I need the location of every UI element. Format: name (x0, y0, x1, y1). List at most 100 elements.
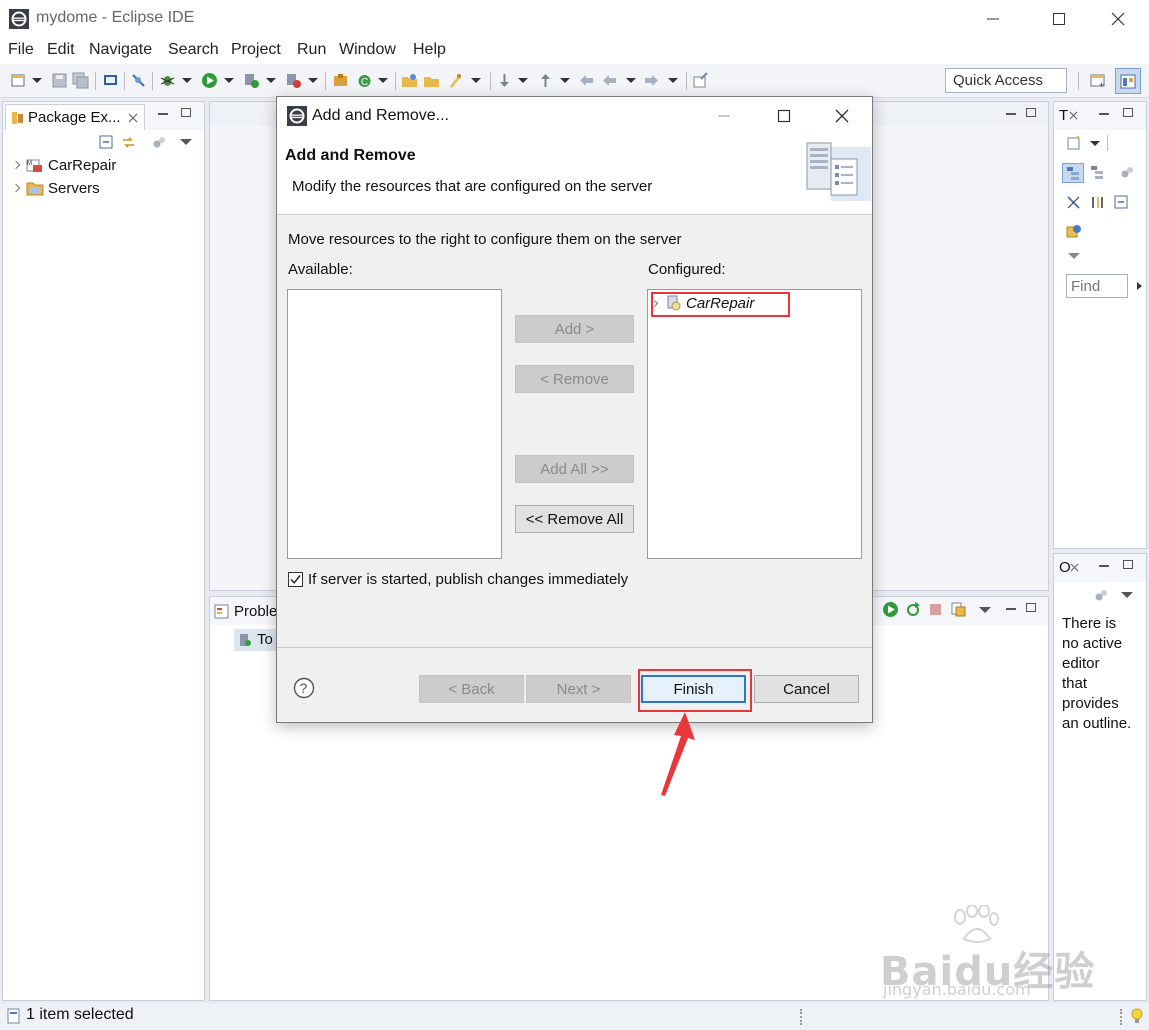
close-icon[interactable] (835, 109, 849, 123)
back-icon[interactable] (601, 72, 618, 89)
collapse-all-icon[interactable] (1114, 195, 1129, 210)
synchronize-icon[interactable] (1066, 224, 1082, 240)
start-server-icon[interactable] (882, 601, 899, 618)
new-icon[interactable] (10, 72, 27, 89)
debug-dropdown-icon[interactable] (182, 78, 192, 83)
new-task-icon[interactable] (1066, 135, 1082, 151)
minimize-view-icon[interactable] (1006, 608, 1016, 610)
menu-navigate[interactable]: Navigate (89, 41, 152, 59)
maximize-view-icon[interactable] (181, 108, 191, 117)
expand-chevron-icon[interactable] (11, 160, 21, 170)
available-list[interactable] (287, 289, 502, 559)
menu-edit[interactable]: Edit (47, 41, 75, 59)
forward-dropdown-icon[interactable] (668, 78, 678, 83)
find-options-icon[interactable] (1137, 282, 1142, 290)
view-menu-icon[interactable] (1068, 253, 1080, 259)
view-menu-icon[interactable] (1121, 592, 1133, 598)
forward-icon[interactable] (643, 72, 660, 89)
publish-checkbox[interactable] (288, 572, 303, 587)
save-icon[interactable] (51, 72, 68, 89)
save-all-icon[interactable] (72, 72, 89, 89)
tab-task-list-label[interactable]: T (1059, 107, 1068, 124)
minimize-view-icon[interactable] (1099, 113, 1109, 115)
maximize-editor-icon[interactable] (1026, 108, 1036, 117)
next-button[interactable]: Next > (526, 675, 631, 703)
stop-server-icon[interactable] (928, 602, 943, 617)
menu-project[interactable]: Project (231, 41, 281, 59)
open-folder-icon[interactable] (423, 72, 440, 89)
help-icon[interactable]: ? (293, 677, 315, 699)
minimize-button[interactable] (970, 6, 1016, 32)
open-type-icon[interactable] (401, 72, 418, 89)
back-button[interactable]: < Back (419, 675, 524, 703)
menu-window[interactable]: Window (339, 41, 396, 59)
configured-list[interactable]: CarRepair (647, 289, 862, 559)
publish-icon[interactable] (950, 601, 967, 618)
link-with-editor-icon[interactable] (121, 135, 136, 150)
run-dropdown-icon[interactable] (224, 78, 234, 83)
cancel-button[interactable]: Cancel (754, 675, 859, 703)
find-input[interactable] (1066, 274, 1128, 298)
menu-file[interactable]: File (8, 41, 34, 59)
new-task-dropdown-icon[interactable] (1090, 141, 1100, 146)
collapse-all-icon[interactable] (99, 135, 114, 150)
external-tools-dropdown-icon[interactable] (308, 78, 318, 83)
maximize-view-icon[interactable] (1123, 560, 1133, 569)
minimize-icon[interactable] (717, 109, 731, 123)
new-dropdown-icon[interactable] (32, 78, 42, 83)
remove-all-button[interactable]: << Remove All (515, 505, 634, 533)
console-icon[interactable] (102, 72, 119, 89)
minimize-editor-icon[interactable] (1006, 113, 1016, 115)
restart-server-icon[interactable] (905, 601, 922, 618)
tab-problems-label[interactable]: Proble (234, 603, 277, 620)
back-dropdown-icon[interactable] (626, 78, 636, 83)
expand-chevron-icon[interactable] (11, 183, 21, 193)
previous-annotation-dropdown-icon[interactable] (560, 78, 570, 83)
run-server-icon[interactable] (243, 72, 260, 89)
view-menu-icon[interactable] (979, 607, 991, 613)
categorized-toggle[interactable] (1062, 163, 1084, 183)
lightbulb-icon[interactable] (1130, 1008, 1144, 1024)
search-icon[interactable] (447, 72, 464, 89)
tab-package-explorer[interactable]: Package Ex... (5, 104, 145, 130)
run-server-dropdown-icon[interactable] (266, 78, 276, 83)
scheduled-icon[interactable] (1090, 165, 1105, 180)
run-icon[interactable] (201, 72, 218, 89)
maximize-icon[interactable] (777, 109, 791, 123)
view-menu-icon[interactable] (180, 139, 192, 145)
new-package-icon[interactable] (332, 72, 349, 89)
java-perspective-button[interactable] (1115, 68, 1141, 94)
publish-checkbox-row[interactable]: If server is started, publish changes im… (288, 571, 628, 588)
tab-close-icon[interactable] (1070, 563, 1079, 572)
add-button[interactable]: Add > (515, 315, 634, 343)
menu-search[interactable]: Search (168, 41, 219, 59)
menu-run[interactable]: Run (297, 41, 326, 59)
maximize-button[interactable] (1036, 6, 1082, 32)
new-class-icon[interactable]: C (356, 72, 373, 89)
previous-annotation-icon[interactable] (537, 72, 554, 89)
new-class-dropdown-icon[interactable] (378, 78, 388, 83)
last-edit-icon[interactable] (578, 72, 595, 89)
search-dropdown-icon[interactable] (471, 78, 481, 83)
open-perspective-icon[interactable]: + (1090, 72, 1107, 89)
skip-breakpoints-icon[interactable] (130, 72, 147, 89)
menu-help[interactable]: Help (413, 41, 446, 59)
external-tools-icon[interactable] (285, 72, 302, 89)
maximize-view-icon[interactable] (1123, 108, 1133, 117)
tab-outline-label[interactable]: O (1059, 559, 1071, 576)
focus-icon[interactable] (1094, 588, 1109, 603)
next-annotation-icon[interactable] (496, 72, 513, 89)
hide-completed-icon[interactable] (1066, 195, 1081, 210)
maximize-view-icon[interactable] (1026, 603, 1036, 612)
tab-close-icon[interactable] (128, 113, 138, 123)
remove-button[interactable]: < Remove (515, 365, 634, 393)
add-all-button[interactable]: Add All >> (515, 455, 634, 483)
quick-access-input[interactable] (945, 68, 1067, 93)
close-button[interactable] (1095, 6, 1141, 32)
tree-item-servers[interactable]: Servers (11, 178, 100, 198)
debug-icon[interactable] (159, 72, 176, 89)
hide-non-local-icon[interactable] (1090, 195, 1105, 210)
tab-close-icon[interactable] (1069, 111, 1078, 120)
focus-on-active-task-icon[interactable] (152, 135, 167, 150)
minimize-view-icon[interactable] (158, 113, 168, 115)
